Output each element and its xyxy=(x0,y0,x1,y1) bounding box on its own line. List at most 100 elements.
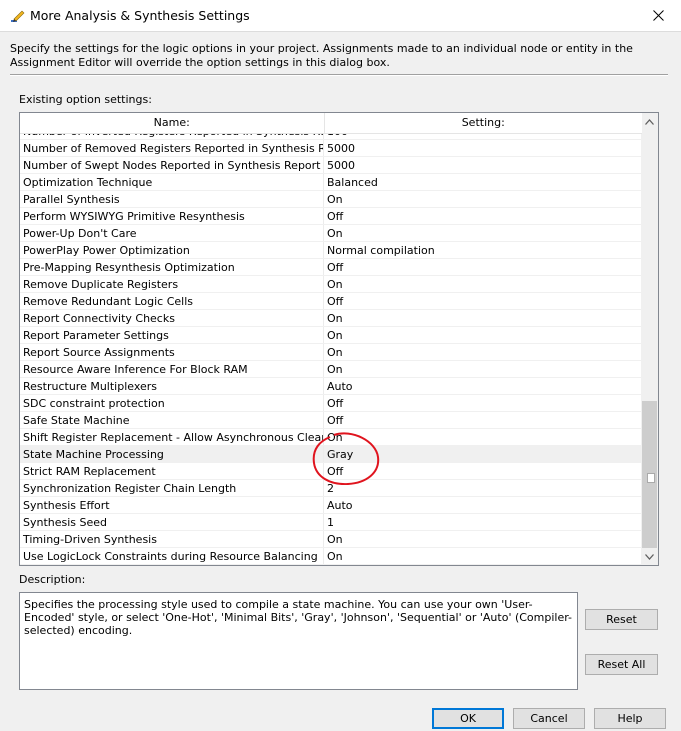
option-setting-cell[interactable]: 5000 xyxy=(324,157,642,173)
option-name-cell: SDC constraint protection xyxy=(20,395,324,411)
option-setting-cell[interactable]: On xyxy=(324,225,642,241)
table-row[interactable]: Shift Register Replacement - Allow Async… xyxy=(20,429,642,446)
intro-text: Specify the settings for the logic optio… xyxy=(10,42,633,69)
grid-header: Name: Setting: xyxy=(20,113,642,134)
option-setting-cell[interactable]: On xyxy=(324,531,642,547)
option-setting-cell[interactable]: On xyxy=(324,276,642,292)
option-name-cell: Report Source Assignments xyxy=(20,344,324,360)
option-name-cell: Report Parameter Settings xyxy=(20,327,324,343)
option-setting-cell[interactable]: Off xyxy=(324,395,642,411)
table-row[interactable]: Number of Removed Registers Reported in … xyxy=(20,140,642,157)
vertical-scrollbar[interactable] xyxy=(641,113,658,565)
option-name-cell: Safe State Machine xyxy=(20,412,324,428)
chevron-up-icon xyxy=(645,118,654,125)
table-row[interactable]: Timing-Driven Synthesis On xyxy=(20,531,642,548)
reset-button[interactable]: Reset xyxy=(585,609,658,630)
option-name-cell: Timing-Driven Synthesis xyxy=(20,531,324,547)
option-setting-cell[interactable]: Normal compilation xyxy=(324,242,642,258)
option-setting-cell[interactable]: Off xyxy=(324,463,642,479)
option-setting-cell[interactable]: Off xyxy=(324,293,642,309)
option-setting-cell[interactable]: On xyxy=(324,361,642,377)
chevron-down-icon xyxy=(645,553,654,560)
scroll-down-button[interactable] xyxy=(641,548,658,565)
table-row[interactable]: Use LogicLock Constraints during Resourc… xyxy=(20,548,642,565)
existing-settings-label: Existing option settings: xyxy=(19,93,152,106)
option-setting-cell[interactable]: Gray xyxy=(324,446,642,462)
option-name-cell: Synthesis Seed xyxy=(20,514,324,530)
option-name-cell: Synthesis Effort xyxy=(20,497,324,513)
table-row[interactable]: Strict RAM Replacement Off xyxy=(20,463,642,480)
table-row[interactable]: Restructure Multiplexers Auto xyxy=(20,378,642,395)
option-name-cell: Resource Aware Inference For Block RAM xyxy=(20,361,324,377)
scroll-grip-icon xyxy=(647,473,655,483)
option-setting-cell[interactable]: Off xyxy=(324,259,642,275)
table-row[interactable]: Pre-Mapping Resynthesis Optimization Off xyxy=(20,259,642,276)
option-name-cell: Perform WYSIWYG Primitive Resynthesis xyxy=(20,208,324,224)
option-setting-cell[interactable]: On xyxy=(324,310,642,326)
table-row[interactable]: PowerPlay Power Optimization Normal compi… xyxy=(20,242,642,259)
reset-all-button[interactable]: Reset All xyxy=(585,654,658,675)
scroll-track[interactable] xyxy=(641,130,658,548)
scroll-thumb[interactable] xyxy=(642,401,657,548)
table-row[interactable]: State Machine Processing Gray xyxy=(20,446,642,463)
option-setting-cell[interactable]: Auto xyxy=(324,497,642,513)
option-setting-cell[interactable]: 1 xyxy=(324,514,642,530)
table-row[interactable]: Remove Redundant Logic Cells Off xyxy=(20,293,642,310)
option-setting-cell[interactable]: On xyxy=(324,429,642,445)
option-name-cell: Synchronization Register Chain Length xyxy=(20,480,324,496)
table-row[interactable]: Perform WYSIWYG Primitive Resynthesis Off xyxy=(20,208,642,225)
option-name-cell: Pre-Mapping Resynthesis Optimization xyxy=(20,259,324,275)
description-box: Specifies the processing style used to c… xyxy=(19,592,578,690)
table-row[interactable]: Remove Duplicate Registers On xyxy=(20,276,642,293)
table-row[interactable]: Parallel Synthesis On xyxy=(20,191,642,208)
table-row[interactable]: Synchronization Register Chain Length 2 xyxy=(20,480,642,497)
column-header-setting[interactable]: Setting: xyxy=(325,113,642,133)
ok-button[interactable]: OK xyxy=(432,708,504,729)
option-setting-cell[interactable]: On xyxy=(324,548,642,564)
option-setting-cell[interactable]: Balanced xyxy=(324,174,642,190)
help-button[interactable]: Help xyxy=(594,708,666,729)
option-name-cell: Restructure Multiplexers xyxy=(20,378,324,394)
option-setting-cell[interactable]: On xyxy=(324,191,642,207)
table-row[interactable]: Report Source Assignments On xyxy=(20,344,642,361)
table-row[interactable]: Report Parameter Settings On xyxy=(20,327,642,344)
table-row[interactable]: Synthesis Effort Auto xyxy=(20,497,642,514)
close-button[interactable] xyxy=(635,0,681,31)
option-name-cell: Parallel Synthesis xyxy=(20,191,324,207)
option-name-cell: PowerPlay Power Optimization xyxy=(20,242,324,258)
scroll-up-button[interactable] xyxy=(641,113,658,130)
table-row[interactable]: Optimization Technique Balanced xyxy=(20,174,642,191)
separator xyxy=(10,74,668,76)
option-name-cell: Number of Removed Registers Reported in … xyxy=(20,140,324,156)
option-setting-cell[interactable]: On xyxy=(324,327,642,343)
table-row[interactable]: Power-Up Don't Care On xyxy=(20,225,642,242)
table-row[interactable]: Synthesis Seed 1 xyxy=(20,514,642,531)
option-setting-cell[interactable]: 5000 xyxy=(324,140,642,156)
table-row[interactable]: Number of Swept Nodes Reported in Synthe… xyxy=(20,157,642,174)
title-divider xyxy=(0,31,681,32)
table-row[interactable]: SDC constraint protection Off xyxy=(20,395,642,412)
option-name-cell: Shift Register Replacement - Allow Async… xyxy=(20,429,324,445)
grid-rows: Number of Inverted Registers Reported in… xyxy=(20,123,642,565)
option-setting-cell[interactable]: Auto xyxy=(324,378,642,394)
option-setting-cell[interactable]: 2 xyxy=(324,480,642,496)
title-bar: More Analysis & Synthesis Settings xyxy=(0,0,681,31)
table-row[interactable]: Safe State Machine Off xyxy=(20,412,642,429)
option-name-cell: Report Connectivity Checks xyxy=(20,310,324,326)
option-setting-cell[interactable]: Off xyxy=(324,412,642,428)
column-header-name[interactable]: Name: xyxy=(20,113,325,133)
option-name-cell: State Machine Processing xyxy=(20,446,324,462)
option-name-cell: Strict RAM Replacement xyxy=(20,463,324,479)
option-settings-grid[interactable]: Number of Inverted Registers Reported in… xyxy=(19,112,659,566)
option-name-cell: Remove Redundant Logic Cells xyxy=(20,293,324,309)
table-row[interactable]: Report Connectivity Checks On xyxy=(20,310,642,327)
option-setting-cell[interactable]: On xyxy=(324,344,642,360)
option-name-cell: Remove Duplicate Registers xyxy=(20,276,324,292)
option-setting-cell[interactable]: Off xyxy=(324,208,642,224)
option-name-cell: Use LogicLock Constraints during Resourc… xyxy=(20,548,324,564)
table-row[interactable]: Resource Aware Inference For Block RAM On xyxy=(20,361,642,378)
description-label: Description: xyxy=(19,573,86,586)
option-name-cell: Number of Swept Nodes Reported in Synthe… xyxy=(20,157,324,173)
cancel-button[interactable]: Cancel xyxy=(513,708,585,729)
option-name-cell: Optimization Technique xyxy=(20,174,324,190)
